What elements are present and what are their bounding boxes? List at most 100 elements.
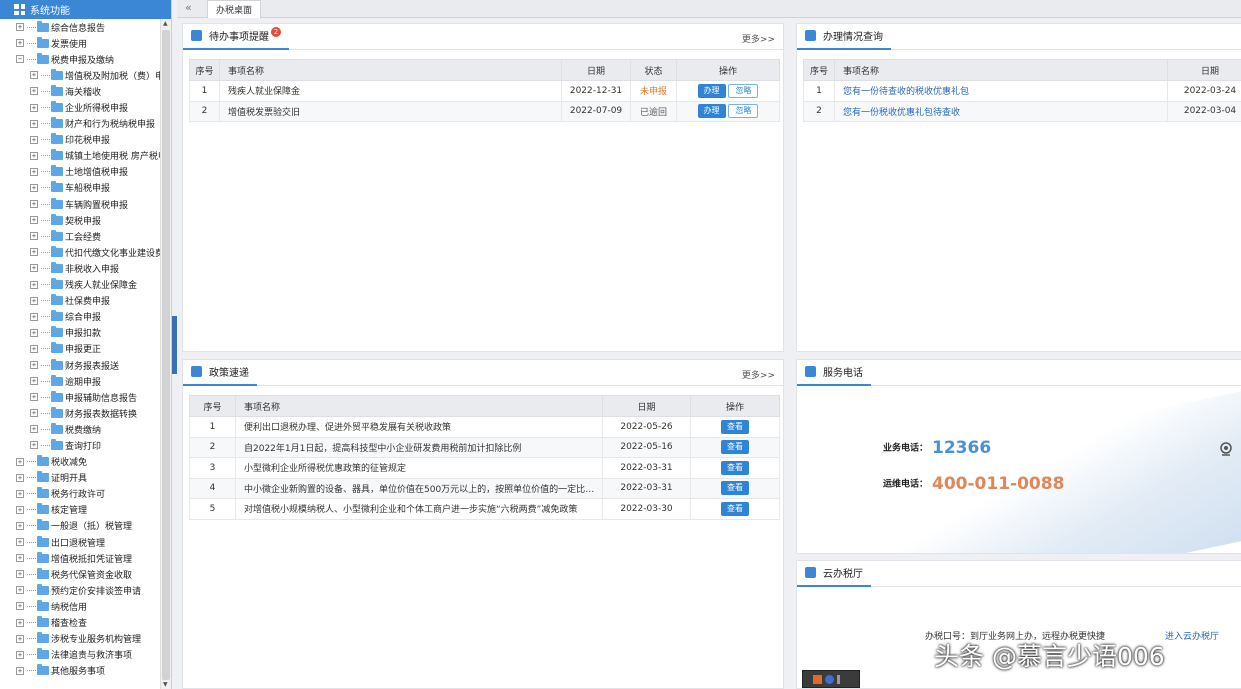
tree-child-node[interactable]: + 申报辅助信息报告 [0, 389, 160, 405]
tree-node[interactable]: + 一般退（抵）税管理 [0, 518, 160, 534]
expand-toggle-icon[interactable]: + [30, 361, 38, 370]
expand-toggle-icon[interactable]: + [16, 554, 24, 563]
expand-toggle-icon[interactable]: + [30, 216, 38, 225]
tree-node[interactable]: + 出口退税管理 [0, 534, 160, 550]
tree-child-node[interactable]: + 财务报表报送 [0, 357, 160, 373]
tree-child-node[interactable]: + 印花税申报 [0, 132, 160, 148]
expand-toggle-icon[interactable]: + [30, 280, 38, 289]
tree-child-node[interactable]: + 残疾人就业保障金 [0, 277, 160, 293]
policy-item-name[interactable]: 中小微企业新购置的设备、器具，单位价值在500万元以上的，按照单位价值的一定比例… [235, 477, 603, 499]
tree-child-node[interactable]: + 综合申报 [0, 309, 160, 325]
expand-toggle-icon[interactable]: + [30, 167, 38, 176]
expand-toggle-icon[interactable]: + [30, 232, 38, 241]
expand-toggle-icon[interactable]: + [16, 457, 24, 466]
tree-child-node[interactable]: + 契税申报 [0, 212, 160, 228]
tree-child-node[interactable]: + 非税收入申报 [0, 260, 160, 276]
handle-button[interactable]: 办理 [697, 104, 726, 119]
expand-toggle-icon[interactable]: + [30, 312, 38, 321]
tree-node[interactable]: + 涉税专业服务机构管理 [0, 631, 160, 647]
tree-node[interactable]: − 税费申报及缴纳 [0, 51, 160, 67]
ignore-button[interactable]: 忽略 [728, 104, 759, 119]
expand-toggle-icon[interactable]: + [30, 328, 38, 337]
view-button[interactable]: 查看 [721, 501, 749, 516]
expand-toggle-icon[interactable]: + [30, 441, 38, 450]
expand-toggle-icon[interactable]: + [16, 602, 24, 611]
expand-toggle-icon[interactable]: + [30, 344, 38, 353]
tree-child-node[interactable]: + 财产和行为税纳税申报 [0, 116, 160, 132]
tree-child-node[interactable]: + 财务报表数据转换 [0, 405, 160, 421]
expand-toggle-icon[interactable]: + [30, 71, 38, 80]
tree-node[interactable]: + 稽查检查 [0, 614, 160, 630]
view-button[interactable]: 查看 [721, 419, 749, 434]
query-item-link[interactable]: 您有一份税收优惠礼包待查收 [834, 100, 1168, 122]
expand-toggle-icon[interactable]: + [30, 393, 38, 402]
view-button[interactable]: 查看 [721, 440, 749, 455]
scrollbar-thumb[interactable] [162, 30, 170, 680]
expand-toggle-icon[interactable]: + [16, 586, 24, 595]
tree-child-node[interactable]: + 城镇土地使用税 房产税申报 [0, 148, 160, 164]
expand-toggle-icon[interactable]: + [30, 151, 38, 160]
tree-child-node[interactable]: + 工会经费 [0, 228, 160, 244]
expand-toggle-icon[interactable]: + [30, 183, 38, 192]
policy-item-name[interactable]: 小型微利企业所得税优惠政策的征管规定 [235, 457, 603, 479]
tree-node[interactable]: + 纳税信用 [0, 598, 160, 614]
enter-cloud-hall-link[interactable]: 进入云办税厅 [1165, 629, 1219, 642]
expand-toggle-icon[interactable]: + [16, 618, 24, 627]
expand-toggle-icon[interactable]: + [30, 103, 38, 112]
expand-toggle-icon[interactable]: + [16, 538, 24, 547]
sidebar-scrollbar[interactable]: ▲ ▼ [160, 19, 171, 689]
expand-toggle-icon[interactable]: + [16, 666, 24, 675]
tree-node[interactable]: + 税收减免 [0, 454, 160, 470]
tree-node[interactable]: + 核定管理 [0, 502, 160, 518]
tree-node[interactable]: + 预约定价安排谈签申请 [0, 582, 160, 598]
tree-node[interactable]: + 证明开具 [0, 470, 160, 486]
expand-toggle-icon[interactable]: + [30, 135, 38, 144]
expand-toggle-icon[interactable]: + [16, 505, 24, 514]
expand-toggle-icon[interactable]: + [30, 409, 38, 418]
ime-menu-icon[interactable] [837, 674, 840, 684]
collapse-toggle-icon[interactable]: − [16, 55, 24, 64]
todo-more-link[interactable]: 更多>> [742, 32, 775, 45]
expand-toggle-icon[interactable]: + [16, 521, 24, 530]
tab-scroll-left-icon[interactable]: « [185, 1, 192, 14]
scroll-down-arrow-icon[interactable]: ▼ [163, 681, 168, 688]
tree-child-node[interactable]: + 车船税申报 [0, 180, 160, 196]
tree-node[interactable]: + 发票使用 [0, 35, 160, 51]
tree-child-node[interactable]: + 企业所得税申报 [0, 99, 160, 115]
policy-more-link[interactable]: 更多>> [742, 368, 775, 381]
tree-child-node[interactable]: + 海关稽收 [0, 83, 160, 99]
expand-toggle-icon[interactable]: + [30, 377, 38, 386]
tree-child-node[interactable]: + 土地增值税申报 [0, 164, 160, 180]
view-button[interactable]: 查看 [721, 460, 749, 475]
expand-toggle-icon[interactable]: + [30, 87, 38, 96]
policy-item-name[interactable]: 对增值税小规模纳税人、小型微利企业和个体工商户进一步实施“六税两费”减免政策 [235, 498, 603, 520]
handle-button[interactable]: 办理 [697, 83, 726, 98]
policy-item-name[interactable]: 自2022年1月1日起，提高科技型中小企业研发费用税前加计扣除比例 [235, 436, 603, 458]
tree-child-node[interactable]: + 代扣代缴文化事业建设费 [0, 244, 160, 260]
expand-toggle-icon[interactable]: + [30, 119, 38, 128]
expand-toggle-icon[interactable]: + [16, 634, 24, 643]
tree-child-node[interactable]: + 申报更正 [0, 341, 160, 357]
view-button[interactable]: 查看 [721, 481, 749, 496]
expand-toggle-icon[interactable]: + [30, 248, 38, 257]
sidebar-collapse-handle[interactable] [172, 316, 177, 374]
tree-node[interactable]: + 增值税抵扣凭证管理 [0, 550, 160, 566]
tree-node[interactable]: + 综合信息报告 [0, 19, 160, 35]
scroll-up-arrow-icon[interactable]: ▲ [163, 20, 168, 27]
expand-toggle-icon[interactable]: + [16, 489, 24, 498]
ime-toolbar[interactable] [802, 670, 860, 688]
expand-toggle-icon[interactable]: + [30, 425, 38, 434]
tree-node[interactable]: + 法律追责与救济事项 [0, 647, 160, 663]
query-item-link[interactable]: 您有一份待查收的税收优惠礼包 [834, 80, 1168, 102]
expand-toggle-icon[interactable]: + [30, 200, 38, 209]
tree-child-node[interactable]: + 增值税及附加税（费）申报 [0, 67, 160, 83]
expand-toggle-icon[interactable]: + [16, 473, 24, 482]
expand-toggle-icon[interactable]: + [16, 570, 24, 579]
expand-toggle-icon[interactable]: + [16, 39, 24, 48]
ime-logo-icon[interactable] [813, 674, 822, 684]
ignore-button[interactable]: 忽略 [728, 83, 759, 98]
tree-node[interactable]: + 税务行政许可 [0, 486, 160, 502]
tree-child-node[interactable]: + 逾期申报 [0, 373, 160, 389]
tree-child-node[interactable]: + 查询打印 [0, 437, 160, 453]
tree-child-node[interactable]: + 税费缴纳 [0, 421, 160, 437]
